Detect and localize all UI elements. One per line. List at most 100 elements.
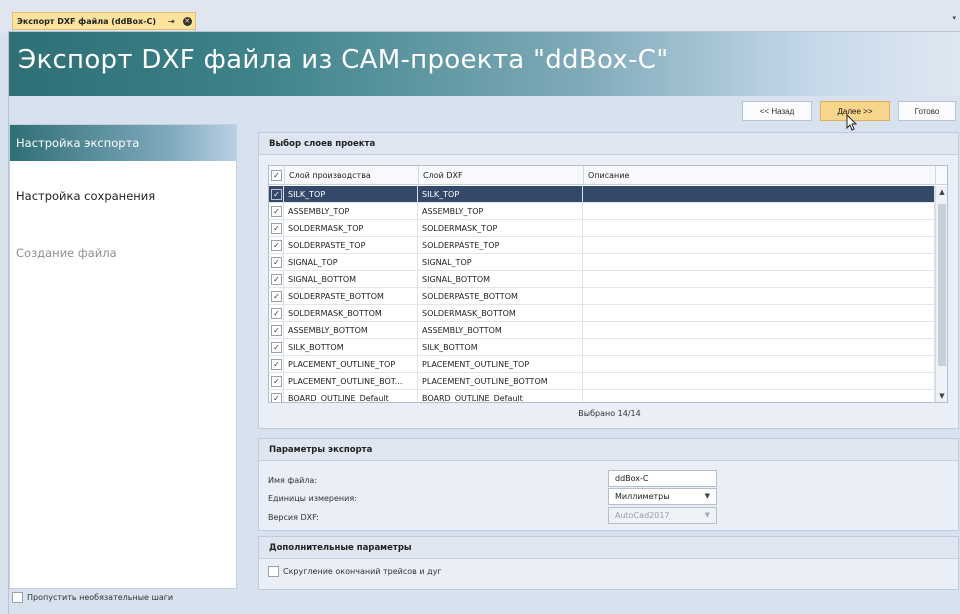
description-cell[interactable] [583, 338, 935, 356]
description-cell[interactable] [583, 219, 935, 237]
row-checkbox[interactable]: ✓ [271, 375, 282, 387]
dxf-layer-cell[interactable]: SOLDERMASK_BOTTOM [418, 304, 583, 322]
header-select-all[interactable]: ✓ [269, 166, 285, 185]
skip-checkbox[interactable] [12, 592, 23, 603]
scroll-down-icon[interactable]: ▼ [936, 392, 947, 400]
row-select-cell[interactable]: ✓ [269, 202, 284, 220]
scroll-thumb[interactable] [938, 204, 946, 366]
units-select[interactable]: Миллиметры ▼ [608, 488, 717, 505]
chevron-down-icon: ▼ [704, 511, 710, 519]
table-row[interactable]: ✓ SILK_TOP SILK_TOP [269, 185, 935, 203]
description-cell[interactable] [583, 236, 935, 254]
description-cell[interactable] [583, 253, 935, 271]
production-layer-cell: SIGNAL_TOP [284, 253, 418, 271]
row-select-cell[interactable]: ✓ [269, 236, 284, 254]
description-cell[interactable] [583, 355, 935, 373]
table-row[interactable]: ✓ SIGNAL_TOP SIGNAL_TOP [269, 253, 935, 271]
row-select-cell[interactable]: ✓ [269, 321, 284, 339]
header-checkbox[interactable]: ✓ [271, 170, 282, 181]
row-checkbox[interactable]: ✓ [271, 392, 282, 402]
table-row[interactable]: ✓ SOLDERMASK_BOTTOM SOLDERMASK_BOTTOM [269, 304, 935, 322]
table-row[interactable]: ✓ SILK_BOTTOM SILK_BOTTOM [269, 338, 935, 356]
row-select-cell[interactable]: ✓ [269, 338, 284, 356]
row-checkbox[interactable]: ✓ [271, 358, 282, 370]
description-cell[interactable] [583, 389, 935, 402]
description-cell[interactable] [583, 185, 935, 203]
table-row[interactable]: ✓ PLACEMENT_OUTLINE_TOP PLACEMENT_OUTLINE_… [269, 355, 935, 373]
column-header-description[interactable]: Описание [584, 166, 936, 185]
dxf-layer-cell[interactable]: PLACEMENT_OUTLINE_BOTTOM [418, 372, 583, 390]
round-ends-checkbox[interactable] [268, 566, 279, 577]
row-checkbox[interactable]: ✓ [271, 324, 282, 336]
filename-field[interactable]: ddBox-C [608, 470, 717, 487]
row-select-cell[interactable]: ✓ [269, 304, 284, 322]
row-select-cell[interactable]: ✓ [269, 355, 284, 373]
table-row[interactable]: ✓ SOLDERPASTE_TOP SOLDERPASTE_TOP [269, 236, 935, 254]
chevron-down-icon: ▼ [704, 492, 710, 500]
row-checkbox[interactable]: ✓ [271, 273, 282, 285]
step-save-settings[interactable]: Настройка сохранения [10, 187, 236, 205]
export-params-title: Параметры экспорта [259, 439, 958, 461]
row-select-cell[interactable]: ✓ [269, 253, 284, 271]
production-layer-cell: SIGNAL_BOTTOM [284, 270, 418, 288]
row-checkbox[interactable]: ✓ [271, 307, 282, 319]
row-select-cell[interactable]: ✓ [269, 219, 284, 237]
row-checkbox[interactable]: ✓ [271, 188, 282, 200]
dxf-layer-cell[interactable]: ASSEMBLY_BOTTOM [418, 321, 583, 339]
round-ends-option[interactable]: Скругление окончаний трейсов и дуг [268, 566, 442, 577]
description-cell[interactable] [583, 372, 935, 390]
dxf-layer-cell[interactable]: SILK_TOP [418, 185, 583, 203]
step-export-settings[interactable]: Настройка экспорта [10, 125, 236, 161]
dxf-layer-cell[interactable]: SIGNAL_BOTTOM [418, 270, 583, 288]
row-select-cell[interactable]: ✓ [269, 185, 284, 203]
close-icon[interactable]: ✕ [182, 16, 192, 26]
dxf-layer-cell[interactable]: SIGNAL_TOP [418, 253, 583, 271]
row-select-cell[interactable]: ✓ [269, 389, 284, 402]
description-cell[interactable] [583, 270, 935, 288]
done-button[interactable]: Готово [898, 101, 956, 121]
pin-icon[interactable]: ⇥ [168, 17, 175, 26]
table-row[interactable]: ✓ SOLDERPASTE_BOTTOM SOLDERPASTE_BOTTOM [269, 287, 935, 305]
table-row[interactable]: ✓ ASSEMBLY_BOTTOM ASSEMBLY_BOTTOM [269, 321, 935, 339]
scroll-up-icon[interactable]: ▲ [936, 188, 947, 196]
document-tab[interactable]: Экспорт DXF файла (ddBox-C) ⇥ ✕ [12, 12, 196, 30]
table-row[interactable]: ✓ BOARD_OUTLINE_Default BOARD_OUTLINE_Defa… [269, 389, 935, 402]
layers-panel-title: Выбор слоев проекта [259, 133, 958, 155]
filename-label: Имя файла: [268, 476, 318, 485]
skip-optional-steps[interactable]: Пропустить необязательные шаги [12, 592, 173, 603]
description-cell[interactable] [583, 202, 935, 220]
row-select-cell[interactable]: ✓ [269, 270, 284, 288]
production-layer-cell: SILK_BOTTOM [284, 338, 418, 356]
version-value: AutoCad2017 [615, 511, 670, 520]
chevron-down-icon[interactable]: ▾ [952, 14, 956, 22]
column-header-dxf-layer[interactable]: Слой DXF [419, 166, 584, 185]
dxf-layer-cell[interactable]: SOLDERMASK_TOP [418, 219, 583, 237]
dxf-layer-cell[interactable]: ASSEMBLY_TOP [418, 202, 583, 220]
row-checkbox[interactable]: ✓ [271, 239, 282, 251]
production-layer-cell: SILK_TOP [284, 185, 418, 203]
dxf-layer-cell[interactable]: PLACEMENT_OUTLINE_TOP [418, 355, 583, 373]
dxf-layer-cell[interactable]: SILK_BOTTOM [418, 338, 583, 356]
vertical-scrollbar[interactable]: ▲ ▼ [935, 186, 947, 402]
description-cell[interactable] [583, 304, 935, 322]
row-select-cell[interactable]: ✓ [269, 287, 284, 305]
production-layer-cell: ASSEMBLY_BOTTOM [284, 321, 418, 339]
row-checkbox[interactable]: ✓ [271, 256, 282, 268]
dxf-layer-cell[interactable]: SOLDERPASTE_TOP [418, 236, 583, 254]
row-checkbox[interactable]: ✓ [271, 222, 282, 234]
dxf-layer-cell[interactable]: BOARD_OUTLINE_Default [418, 389, 583, 402]
description-cell[interactable] [583, 287, 935, 305]
table-row[interactable]: ✓ SIGNAL_BOTTOM SIGNAL_BOTTOM [269, 270, 935, 288]
row-select-cell[interactable]: ✓ [269, 372, 284, 390]
table-row[interactable]: ✓ PLACEMENT_OUTLINE_BOT... PLACEMENT_OUTLI… [269, 372, 935, 390]
row-checkbox[interactable]: ✓ [271, 341, 282, 353]
column-header-production-layer[interactable]: Слой производства [285, 166, 419, 185]
dxf-layer-cell[interactable]: SOLDERPASTE_BOTTOM [418, 287, 583, 305]
table-row[interactable]: ✓ ASSEMBLY_TOP ASSEMBLY_TOP [269, 202, 935, 220]
row-checkbox[interactable]: ✓ [271, 290, 282, 302]
row-checkbox[interactable]: ✓ [271, 205, 282, 217]
description-cell[interactable] [583, 321, 935, 339]
table-row[interactable]: ✓ SOLDERMASK_TOP SOLDERMASK_TOP [269, 219, 935, 237]
version-select: AutoCad2017 ▼ [608, 507, 717, 524]
back-button[interactable]: << Назад [742, 101, 812, 121]
